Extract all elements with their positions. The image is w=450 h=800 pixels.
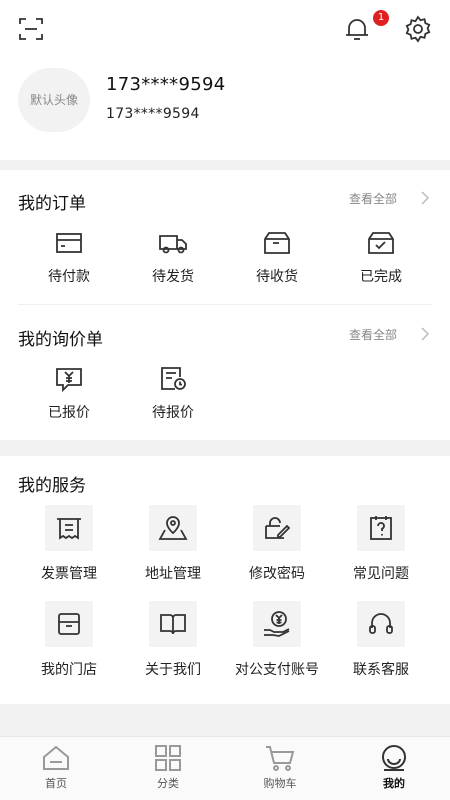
edit-password-icon xyxy=(265,517,291,539)
profile-header: 1 默认头像 173****9594 173****9594 xyxy=(0,0,450,160)
avatar[interactable]: 默认头像 xyxy=(18,68,90,132)
orders-view-all[interactable]: 查看全部 xyxy=(349,190,397,207)
inquiry-label: 已报价 xyxy=(48,405,90,421)
home-icon xyxy=(43,745,69,770)
tab-label: 购物车 xyxy=(263,777,297,790)
service-icon-box xyxy=(149,505,197,551)
service-label: 我的门店 xyxy=(41,662,97,678)
service-label: 修改密码 xyxy=(249,566,305,582)
service-about-us[interactable]: 关于我们 xyxy=(121,601,225,679)
store-icon xyxy=(58,613,80,635)
grid-icon xyxy=(155,745,181,771)
book-icon xyxy=(160,614,186,635)
order-label: 待发货 xyxy=(152,269,194,285)
bell-icon[interactable] xyxy=(343,15,371,43)
headset-icon xyxy=(369,613,393,634)
inquiry-pending[interactable]: 待报价 xyxy=(121,366,225,422)
orders-card: 我的订单 查看全部 待付款 待发货 待收货 已完成 我的询价单 查看全部 已报价… xyxy=(0,170,450,440)
service-label: 联系客服 xyxy=(353,662,409,678)
cart-icon xyxy=(266,746,295,771)
truck-icon xyxy=(159,235,187,254)
service-label: 发票管理 xyxy=(41,566,97,582)
yen-chat-icon xyxy=(56,368,82,392)
tab-category[interactable]: 分类 xyxy=(112,737,224,800)
tab-label: 首页 xyxy=(45,777,67,790)
service-icon-box xyxy=(357,505,405,551)
service-icon-box xyxy=(149,601,197,647)
order-completed[interactable]: 已完成 xyxy=(329,230,433,286)
order-pending-receipt[interactable]: 待收货 xyxy=(225,230,329,286)
doc-clock-icon xyxy=(161,367,186,390)
inquiry-title: 我的询价单 xyxy=(18,330,103,350)
gear-icon[interactable] xyxy=(404,15,432,43)
inquiry-label: 待报价 xyxy=(152,405,194,421)
tab-mine[interactable]: 我的 xyxy=(338,737,450,800)
card-icon xyxy=(56,233,82,253)
faq-icon xyxy=(370,516,392,540)
scan-icon[interactable] xyxy=(18,16,44,42)
inquiry-quoted[interactable]: 已报价 xyxy=(17,366,121,422)
service-label: 地址管理 xyxy=(145,566,201,582)
order-pending-shipment[interactable]: 待发货 xyxy=(121,230,225,286)
service-icon-box xyxy=(253,505,301,551)
box-check-icon xyxy=(368,232,394,254)
tab-label: 我的 xyxy=(383,777,405,790)
service-my-store[interactable]: 我的门店 xyxy=(17,601,121,679)
service-label: 对公支付账号 xyxy=(235,662,319,678)
service-change-password[interactable]: 修改密码 xyxy=(225,505,329,583)
tab-home[interactable]: 首页 xyxy=(0,737,112,800)
service-address[interactable]: 地址管理 xyxy=(121,505,225,583)
map-pin-icon xyxy=(158,516,188,540)
service-icon-box xyxy=(45,505,93,551)
service-invoice[interactable]: 发票管理 xyxy=(17,505,121,583)
order-label: 待收货 xyxy=(256,269,298,285)
chevron-right-icon[interactable] xyxy=(419,191,431,205)
service-label: 常见问题 xyxy=(353,566,409,582)
service-label: 关于我们 xyxy=(145,662,201,678)
service-icon-box xyxy=(45,601,93,647)
service-icon-box xyxy=(253,601,301,647)
service-icon-box xyxy=(357,601,405,647)
user-name: 173****9594 xyxy=(106,74,226,95)
yen-hand-icon xyxy=(264,611,290,637)
divider xyxy=(18,304,432,305)
package-icon xyxy=(264,232,290,254)
service-faq[interactable]: 常见问题 xyxy=(329,505,433,583)
services-card: 我的服务 发票管理 地址管理 修改密码 常见问题 我的门店 关于我们 对公支付账… xyxy=(0,456,450,704)
service-corporate-account[interactable]: 对公支付账号 xyxy=(225,601,329,679)
tab-label: 分类 xyxy=(157,777,179,790)
order-label: 已完成 xyxy=(360,269,402,285)
tab-cart[interactable]: 购物车 xyxy=(224,737,336,800)
tab-bar: 首页 分类 购物车 我的 xyxy=(0,736,450,800)
profile-icon xyxy=(382,745,406,771)
service-contact[interactable]: 联系客服 xyxy=(329,601,433,679)
chevron-right-icon[interactable] xyxy=(419,327,431,341)
inquiry-view-all[interactable]: 查看全部 xyxy=(349,326,397,343)
user-phone: 173****9594 xyxy=(106,106,200,122)
invoice-icon xyxy=(57,518,81,540)
orders-title: 我的订单 xyxy=(18,194,86,214)
order-pending-payment[interactable]: 待付款 xyxy=(17,230,121,286)
order-label: 待付款 xyxy=(48,269,90,285)
notification-badge: 1 xyxy=(373,10,389,26)
services-title: 我的服务 xyxy=(18,476,86,496)
